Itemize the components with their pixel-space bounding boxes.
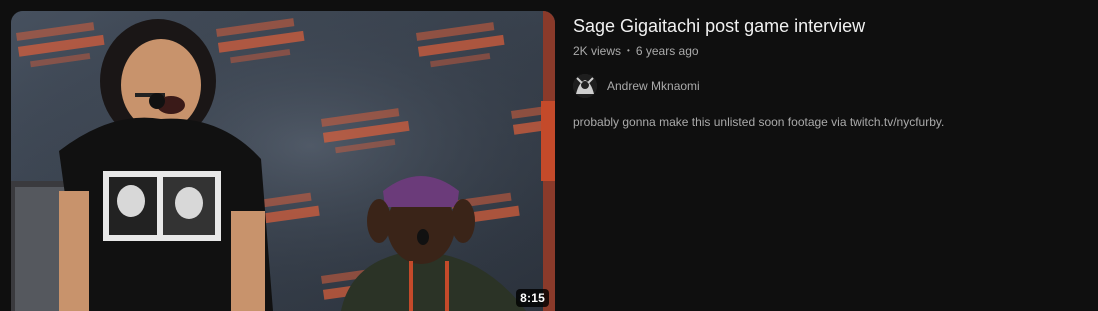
video-details: Sage Gigaitachi post game interview 2K v… bbox=[573, 14, 1083, 129]
channel-row[interactable]: Andrew Mknaomi bbox=[573, 74, 1083, 98]
separator-dot: • bbox=[627, 46, 630, 55]
duration-badge: 8:15 bbox=[516, 289, 549, 307]
upload-age: 6 years ago bbox=[635, 44, 699, 58]
video-title[interactable]: Sage Gigaitachi post game interview bbox=[573, 14, 1083, 38]
video-thumbnail[interactable]: 8:15 bbox=[11, 11, 555, 311]
thumbnail-image bbox=[11, 11, 555, 311]
video-description: probably gonna make this unlisted soon f… bbox=[573, 115, 945, 129]
video-result[interactable]: 8:15 Sage Gigaitachi post game interview… bbox=[0, 0, 1098, 311]
video-stats: 2K views • 6 years ago bbox=[573, 44, 1083, 58]
view-count: 2K views bbox=[573, 44, 622, 58]
channel-avatar-icon[interactable] bbox=[573, 74, 597, 98]
channel-name[interactable]: Andrew Mknaomi bbox=[607, 79, 700, 93]
